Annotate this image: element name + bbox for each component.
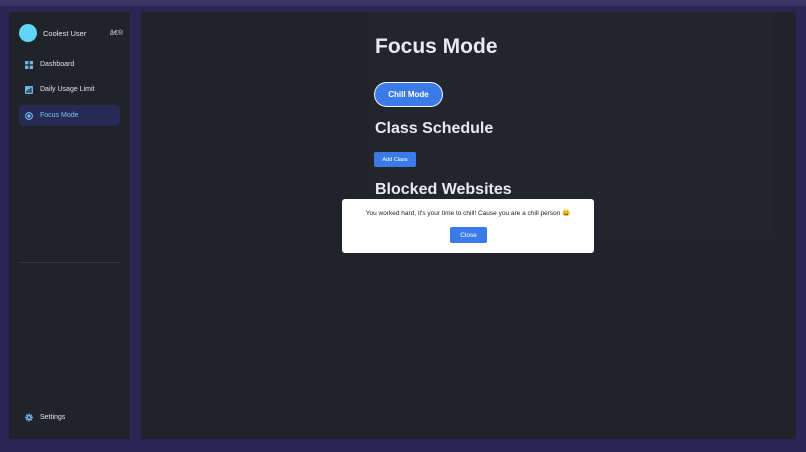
sidebar-item-label: Focus Mode xyxy=(40,112,79,119)
sidebar-item-daily-usage-limit[interactable]: Daily Usage Limit xyxy=(19,79,120,100)
sidebar-item-focus-mode[interactable]: Focus Mode xyxy=(19,105,120,126)
window-top-bar xyxy=(0,0,806,6)
sidebar: Coolest User â€® Dashboard Daily Usage L… xyxy=(9,12,130,439)
avatar xyxy=(19,24,37,42)
gear-icon xyxy=(25,413,33,421)
class-schedule-title: Class Schedule xyxy=(375,120,494,137)
close-button[interactable]: Close xyxy=(450,227,487,243)
dashboard-icon xyxy=(25,60,33,69)
sidebar-item-label: Daily Usage Limit xyxy=(40,86,95,93)
focus-target-icon xyxy=(25,111,33,120)
sidebar-item-settings[interactable]: Settings xyxy=(19,409,120,425)
add-class-button[interactable]: Add Class xyxy=(374,152,416,167)
chill-mode-button[interactable]: Chill Mode xyxy=(374,82,443,107)
user-menu-glyph[interactable]: â€® xyxy=(110,30,123,37)
bar-chart-icon xyxy=(25,85,33,94)
chill-modal: You worked hard, it's your time to chill… xyxy=(342,199,594,253)
username: Coolest User xyxy=(43,28,87,38)
sidebar-item-label: Dashboard xyxy=(40,61,75,68)
sidebar-item-dashboard[interactable]: Dashboard xyxy=(19,54,120,75)
blocked-websites-title: Blocked Websites xyxy=(375,181,512,198)
page-title: Focus Mode xyxy=(375,35,498,58)
user-profile[interactable]: Coolest User â€® xyxy=(19,24,123,42)
sidebar-divider xyxy=(19,262,120,263)
settings-label: Settings xyxy=(40,413,66,421)
modal-message: You worked hard, it's your time to chill… xyxy=(365,210,571,217)
